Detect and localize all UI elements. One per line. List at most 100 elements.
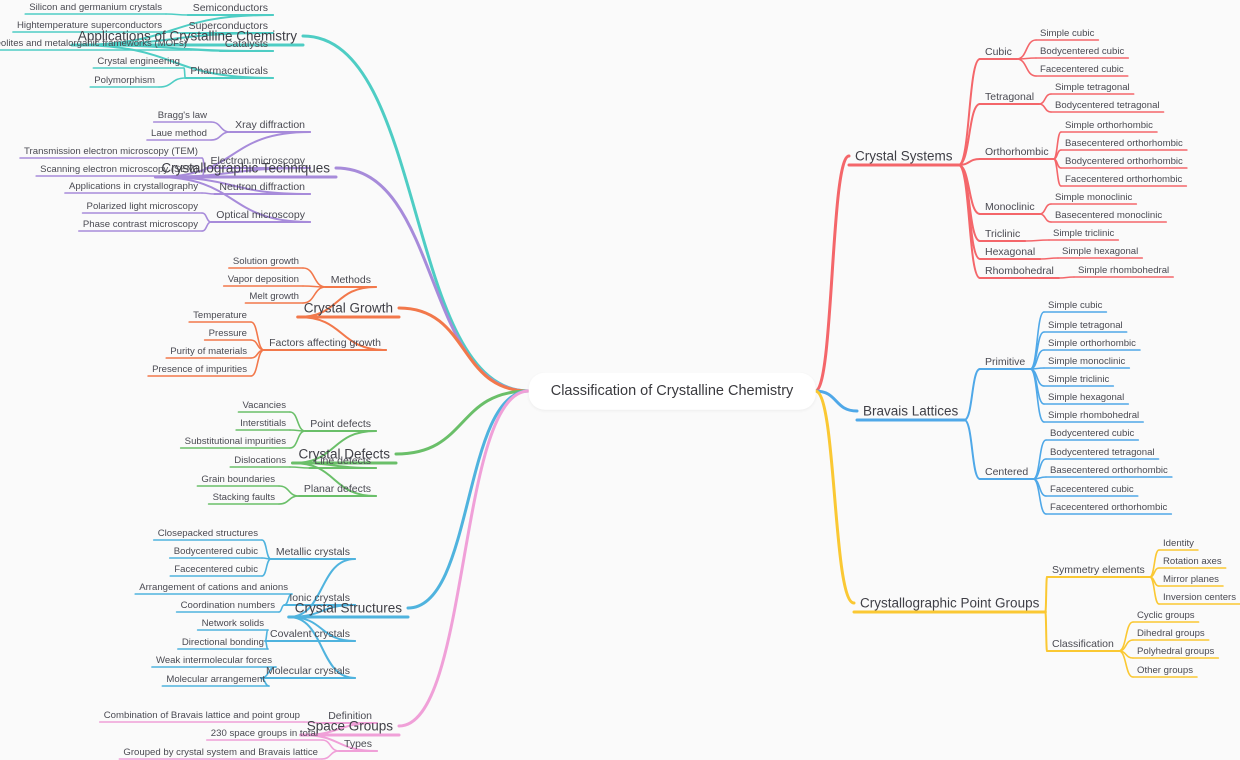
mindmap-node-lvl2[interactable]: Types [344,739,372,750]
mindmap-node-lvl2[interactable]: Optical microscopy [216,210,305,221]
mindmap-root-node[interactable]: Classification of Crystalline Chemistry [528,372,816,410]
mindmap-node-lvl3[interactable]: Simple monoclinic [1055,193,1132,203]
mindmap-node-lvl3[interactable]: Rotation axes [1163,557,1222,567]
mindmap-node-lvl3[interactable]: Simple orthorhombic [1048,339,1136,349]
mindmap-node-lvl2[interactable]: Planar defects [304,484,371,495]
mindmap-node-lvl2[interactable]: Hexagonal [985,247,1035,258]
mindmap-node-lvl3[interactable]: Closepacked structures [158,529,258,539]
mindmap-node-lvl3[interactable]: Grouped by crystal system and Bravais la… [123,748,318,758]
mindmap-node-lvl3[interactable]: Interstitials [240,419,286,429]
mindmap-node-lvl3[interactable]: Facecentered cubic [1040,65,1124,75]
mindmap-node-lvl3[interactable]: Zeolites and metalorganic frameworks (MO… [0,39,187,49]
mindmap-node-lvl3[interactable]: Coordination numbers [181,601,275,611]
mindmap-node-lvl3[interactable]: Bragg's law [158,111,207,121]
mindmap-node-lvl2[interactable]: Monoclinic [985,202,1035,213]
mindmap-node-lvl3[interactable]: Presence of impurities [152,365,247,375]
mindmap-node-lvl2[interactable]: Xray diffraction [235,120,305,131]
mindmap-node-lvl2[interactable]: Ionic crystals [289,593,350,604]
mindmap-node-lvl3[interactable]: Dislocations [234,456,286,466]
mindmap-node-lvl2[interactable]: Line defects [314,456,371,467]
mindmap-node-lvl2[interactable]: Superconductors [189,21,268,32]
mindmap-node-lvl2[interactable]: Triclinic [985,229,1020,240]
mindmap-node-lvl2[interactable]: Rhombohedral [985,266,1054,277]
mindmap-node-lvl3[interactable]: Facecentered cubic [174,565,258,575]
mindmap-node-lvl3[interactable]: Directional bonding [182,638,264,648]
mindmap-node-lvl2[interactable]: Methods [331,275,371,286]
mindmap-node-lvl2[interactable]: Primitive [985,357,1025,368]
mindmap-node-lvl3[interactable]: Phase contrast microscopy [83,220,198,230]
mindmap-node-lvl3[interactable]: Bodycentered cubic [174,547,258,557]
mindmap-node-lvl3[interactable]: Polarized light microscopy [87,202,198,212]
mindmap-node-lvl2[interactable]: Molecular crystals [266,666,350,677]
mindmap-node-lvl3[interactable]: Bodycentered tetragonal [1050,448,1155,458]
mindmap-node-lvl3[interactable]: Combination of Bravais lattice and point… [104,711,300,721]
mindmap-node-lvl3[interactable]: Pressure [209,329,247,339]
mindmap-node-lvl3[interactable]: Simple monoclinic [1048,357,1125,367]
mindmap-node-lvl3[interactable]: Simple cubic [1040,29,1094,39]
mindmap-node-lvl3[interactable]: 230 space groups in total [211,729,318,739]
mindmap-node-lvl2[interactable]: Point defects [310,419,371,430]
mindmap-node-lvl3[interactable]: Simple rhombohedral [1078,266,1169,276]
mindmap-node-lvl3[interactable]: Basecentered orthorhombic [1050,466,1168,476]
mindmap-node-lvl3[interactable]: Basecentered orthorhombic [1065,139,1183,149]
mindmap-node-lvl3[interactable]: Facecentered orthorhombic [1050,503,1167,513]
mindmap-node-lvl3[interactable]: Simple triclinic [1048,375,1109,385]
mindmap-node-lvl2[interactable]: Cubic [985,47,1012,58]
mindmap-node-lvl3[interactable]: Simple triclinic [1053,229,1114,239]
mindmap-node-lvl3[interactable]: Molecular arrangement [166,675,265,685]
mindmap-node-lvl3[interactable]: Network solids [202,619,264,629]
mindmap-node-lvl3[interactable]: Grain boundaries [201,475,275,485]
mindmap-node-lvl2[interactable]: Catalysts [225,39,268,50]
mindmap-node-lvl3[interactable]: Crystal engineering [97,57,180,67]
mindmap-node-lvl3[interactable]: Simple orthorhombic [1065,121,1153,131]
mindmap-node-lvl3[interactable]: Stacking faults [213,493,275,503]
mindmap-node-lvl3[interactable]: Silicon and germanium crystals [29,3,162,13]
mindmap-node-lvl2[interactable]: Metallic crystals [276,547,350,558]
mindmap-node-lvl3[interactable]: Basecentered monoclinic [1055,211,1162,221]
mindmap-node-lvl3[interactable]: Substitutional impurities [185,437,286,447]
mindmap-node-lvl2[interactable]: Electron microscopy [210,156,305,167]
mindmap-node-lvl3[interactable]: Arrangement of cations and anions [139,583,288,593]
mindmap-node-lvl3[interactable]: Solution growth [233,257,299,267]
mindmap-node-lvl3[interactable]: Purity of materials [170,347,247,357]
mindmap-node-lvl3[interactable]: Laue method [151,129,207,139]
mindmap-node-lvl3[interactable]: Polymorphism [94,76,155,86]
mindmap-node-lvl3[interactable]: Facecentered orthorhombic [1065,175,1182,185]
mindmap-node-lvl2[interactable]: Tetragonal [985,92,1034,103]
mindmap-node-lvl2[interactable]: Symmetry elements [1052,565,1145,576]
mindmap-node-lvl3[interactable]: Other groups [1137,666,1193,676]
mindmap-node-lvl3[interactable]: Dihedral groups [1137,629,1205,639]
mindmap-node-lvl3[interactable]: Vapor deposition [228,275,299,285]
mindmap-node-lvl1[interactable]: Bravais Lattices [863,404,958,418]
mindmap-node-lvl3[interactable]: Vacancies [242,401,286,411]
mindmap-node-lvl3[interactable]: Simple rhombohedral [1048,411,1139,421]
mindmap-node-lvl2[interactable]: Neutron diffraction [219,182,305,193]
mindmap-node-lvl3[interactable]: Simple tetragonal [1055,83,1130,93]
mindmap-node-lvl2[interactable]: Orthorhombic [985,147,1049,158]
mindmap-node-lvl3[interactable]: Simple tetragonal [1048,321,1123,331]
mindmap-node-lvl3[interactable]: Identity [1163,539,1194,549]
mindmap-node-lvl3[interactable]: Mirror planes [1163,575,1219,585]
mindmap-node-lvl2[interactable]: Centered [985,467,1028,478]
mindmap-node-lvl3[interactable]: Scanning electron microscopy (SEM) [40,165,198,175]
mindmap-node-lvl2[interactable]: Classification [1052,639,1114,650]
mindmap-node-lvl3[interactable]: Weak intermolecular forces [156,656,272,666]
mindmap-node-lvl3[interactable]: Temperature [193,311,247,321]
mindmap-node-lvl3[interactable]: Simple hexagonal [1062,247,1138,257]
mindmap-node-lvl3[interactable]: Bodycentered cubic [1040,47,1124,57]
mindmap-node-lvl1[interactable]: Crystal Growth [304,301,393,315]
mindmap-node-lvl2[interactable]: Covalent crystals [270,629,350,640]
mindmap-node-lvl3[interactable]: Facecentered cubic [1050,485,1134,495]
mindmap-node-lvl2[interactable]: Pharmaceuticals [190,66,268,77]
mindmap-node-lvl3[interactable]: Cyclic groups [1137,611,1195,621]
mindmap-node-lvl3[interactable]: Polyhedral groups [1137,647,1214,657]
mindmap-node-lvl3[interactable]: Bodycentered orthorhombic [1065,157,1183,167]
mindmap-node-lvl3[interactable]: Simple cubic [1048,301,1102,311]
mindmap-node-lvl3[interactable]: Bodycentered tetragonal [1055,101,1160,111]
mindmap-node-lvl3[interactable]: Applications in crystallography [69,182,198,192]
mindmap-node-lvl1[interactable]: Crystal Systems [855,149,953,163]
mindmap-node-lvl3[interactable]: Hightemperature superconductors [17,21,162,31]
mindmap-node-lvl2[interactable]: Definition [328,711,372,722]
mindmap-node-lvl3[interactable]: Transmission electron microscopy (TEM) [24,147,198,157]
mindmap-node-lvl2[interactable]: Factors affecting growth [269,338,381,349]
